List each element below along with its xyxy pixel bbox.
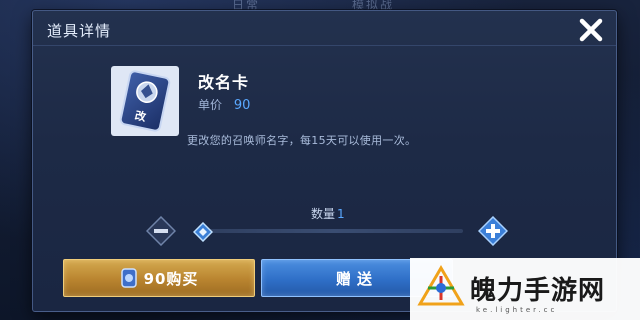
watermark-subtext: ke.lighter.cc [476,306,558,314]
item-description: 更改您的召唤师名字，每15天可以使用一次。 [187,134,417,147]
price-value: 90 [233,98,251,113]
price-row: 单价 90 [198,96,250,113]
coupon-icon [120,268,137,288]
quantity-value: 1 [337,207,345,221]
minus-icon [145,215,177,247]
quantity-slider-track[interactable] [205,229,463,233]
close-button[interactable] [573,13,609,47]
quantity-slider-handle[interactable] [192,221,214,243]
increase-quantity-button[interactable] [477,215,509,247]
gift-label: 赠送 [335,269,378,288]
plus-icon [477,215,509,247]
watermark-logo-icon [417,265,465,306]
price-label: 单价 [198,98,223,112]
buy-label: 90购买 [143,269,199,288]
buy-button[interactable]: 90购买 [63,259,255,297]
watermark: 魄力手游网 ke.lighter.cc [410,258,640,320]
quantity-row: 数量 1 [311,205,345,222]
dialog-title: 道具详情 [47,22,112,40]
dialog-header: 道具详情 [33,11,616,46]
decrease-quantity-button[interactable] [145,215,177,247]
watermark-text: 魄力手游网 [470,276,606,306]
close-icon [579,18,603,42]
item-card-image: 改 [111,66,179,136]
quantity-label: 数量 [311,207,336,221]
item-name: 改名卡 [198,73,250,92]
